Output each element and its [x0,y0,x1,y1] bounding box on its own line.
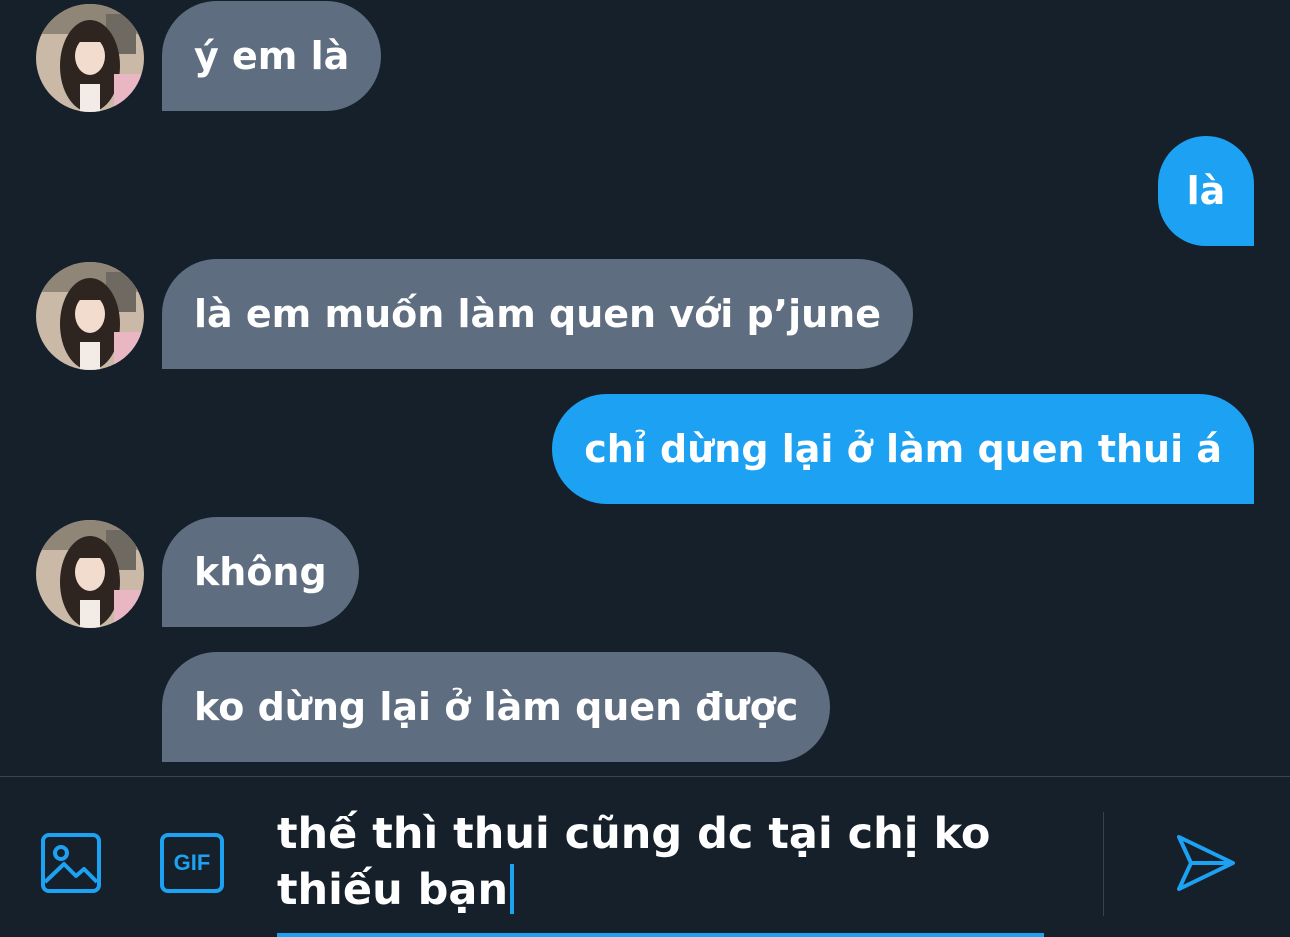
composer-vertical-divider [1103,812,1104,916]
avatar[interactable] [36,4,144,112]
incoming-message-bubble[interactable]: là em muốn làm quen với p’june [162,259,914,369]
send-icon [1177,835,1235,891]
gif-label: GIF [173,850,211,875]
message-text: không [194,550,327,594]
input-focus-underline [277,933,1044,937]
message-text: là em muốn làm quen với p’june [194,292,882,336]
incoming-message-bubble[interactable]: ý em là [162,1,382,111]
incoming-message-bubble[interactable]: không [162,517,359,627]
message-text: là [1186,169,1226,213]
message-text: ko dừng lại ở làm quen được [194,685,799,729]
send-button[interactable] [1170,828,1240,898]
avatar[interactable] [36,520,144,628]
outgoing-message-bubble[interactable]: chỉ dừng lại ở làm quen thui á [552,394,1254,504]
message-input-value: thế thì thui cũng dc tại chị ko thiếu bạ… [277,809,991,915]
outgoing-message-bubble[interactable]: là [1158,136,1254,246]
avatar[interactable] [36,262,144,370]
add-image-button[interactable] [38,830,104,896]
text-cursor [510,864,515,914]
add-gif-button[interactable]: GIF [158,830,226,896]
composer-divider [0,776,1290,777]
message-text: ý em là [194,34,350,78]
incoming-message-bubble[interactable]: ko dừng lại ở làm quen được [162,652,831,762]
image-icon [41,833,101,893]
dm-conversation-screen: ý em là là là em muốn làm quen với p’jun… [0,0,1290,937]
message-input[interactable]: thế thì thui cũng dc tại chị ko thiếu bạ… [277,806,1057,918]
message-text: chỉ dừng lại ở làm quen thui á [584,427,1222,471]
